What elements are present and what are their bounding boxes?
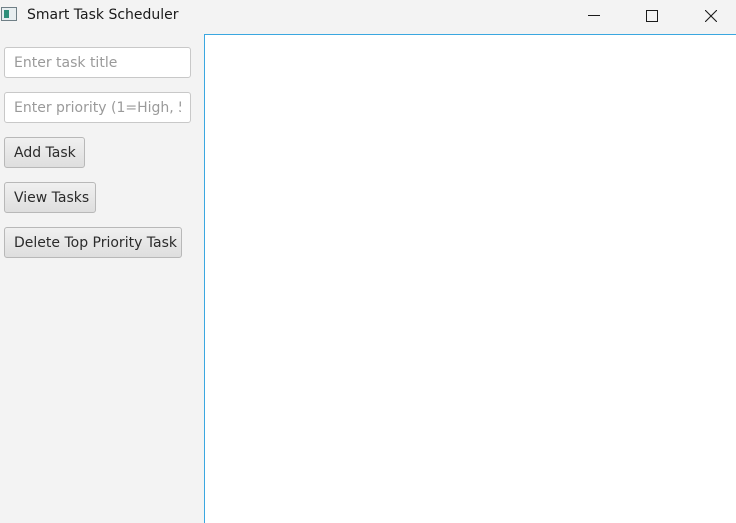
title-bar[interactable]: Smart Task Scheduler — [0, 0, 736, 32]
maximize-icon — [646, 10, 658, 22]
add-task-button[interactable]: Add Task — [4, 137, 85, 168]
view-tasks-button[interactable]: View Tasks — [4, 182, 96, 213]
close-button[interactable] — [688, 0, 734, 32]
task-output-area[interactable] — [204, 34, 736, 523]
delete-top-priority-task-button[interactable]: Delete Top Priority Task — [4, 227, 182, 258]
maximize-button[interactable] — [629, 0, 675, 32]
minimize-icon — [588, 15, 600, 16]
app-window-icon — [1, 7, 17, 21]
task-priority-input[interactable] — [4, 92, 191, 123]
task-title-input[interactable] — [4, 47, 191, 78]
minimize-button[interactable] — [571, 0, 617, 32]
app-window: Smart Task Scheduler Add Task View Tasks… — [0, 0, 736, 523]
control-panel: Add Task View Tasks Delete Top Priority … — [0, 33, 203, 523]
close-icon — [705, 10, 717, 22]
window-title: Smart Task Scheduler — [27, 7, 179, 23]
